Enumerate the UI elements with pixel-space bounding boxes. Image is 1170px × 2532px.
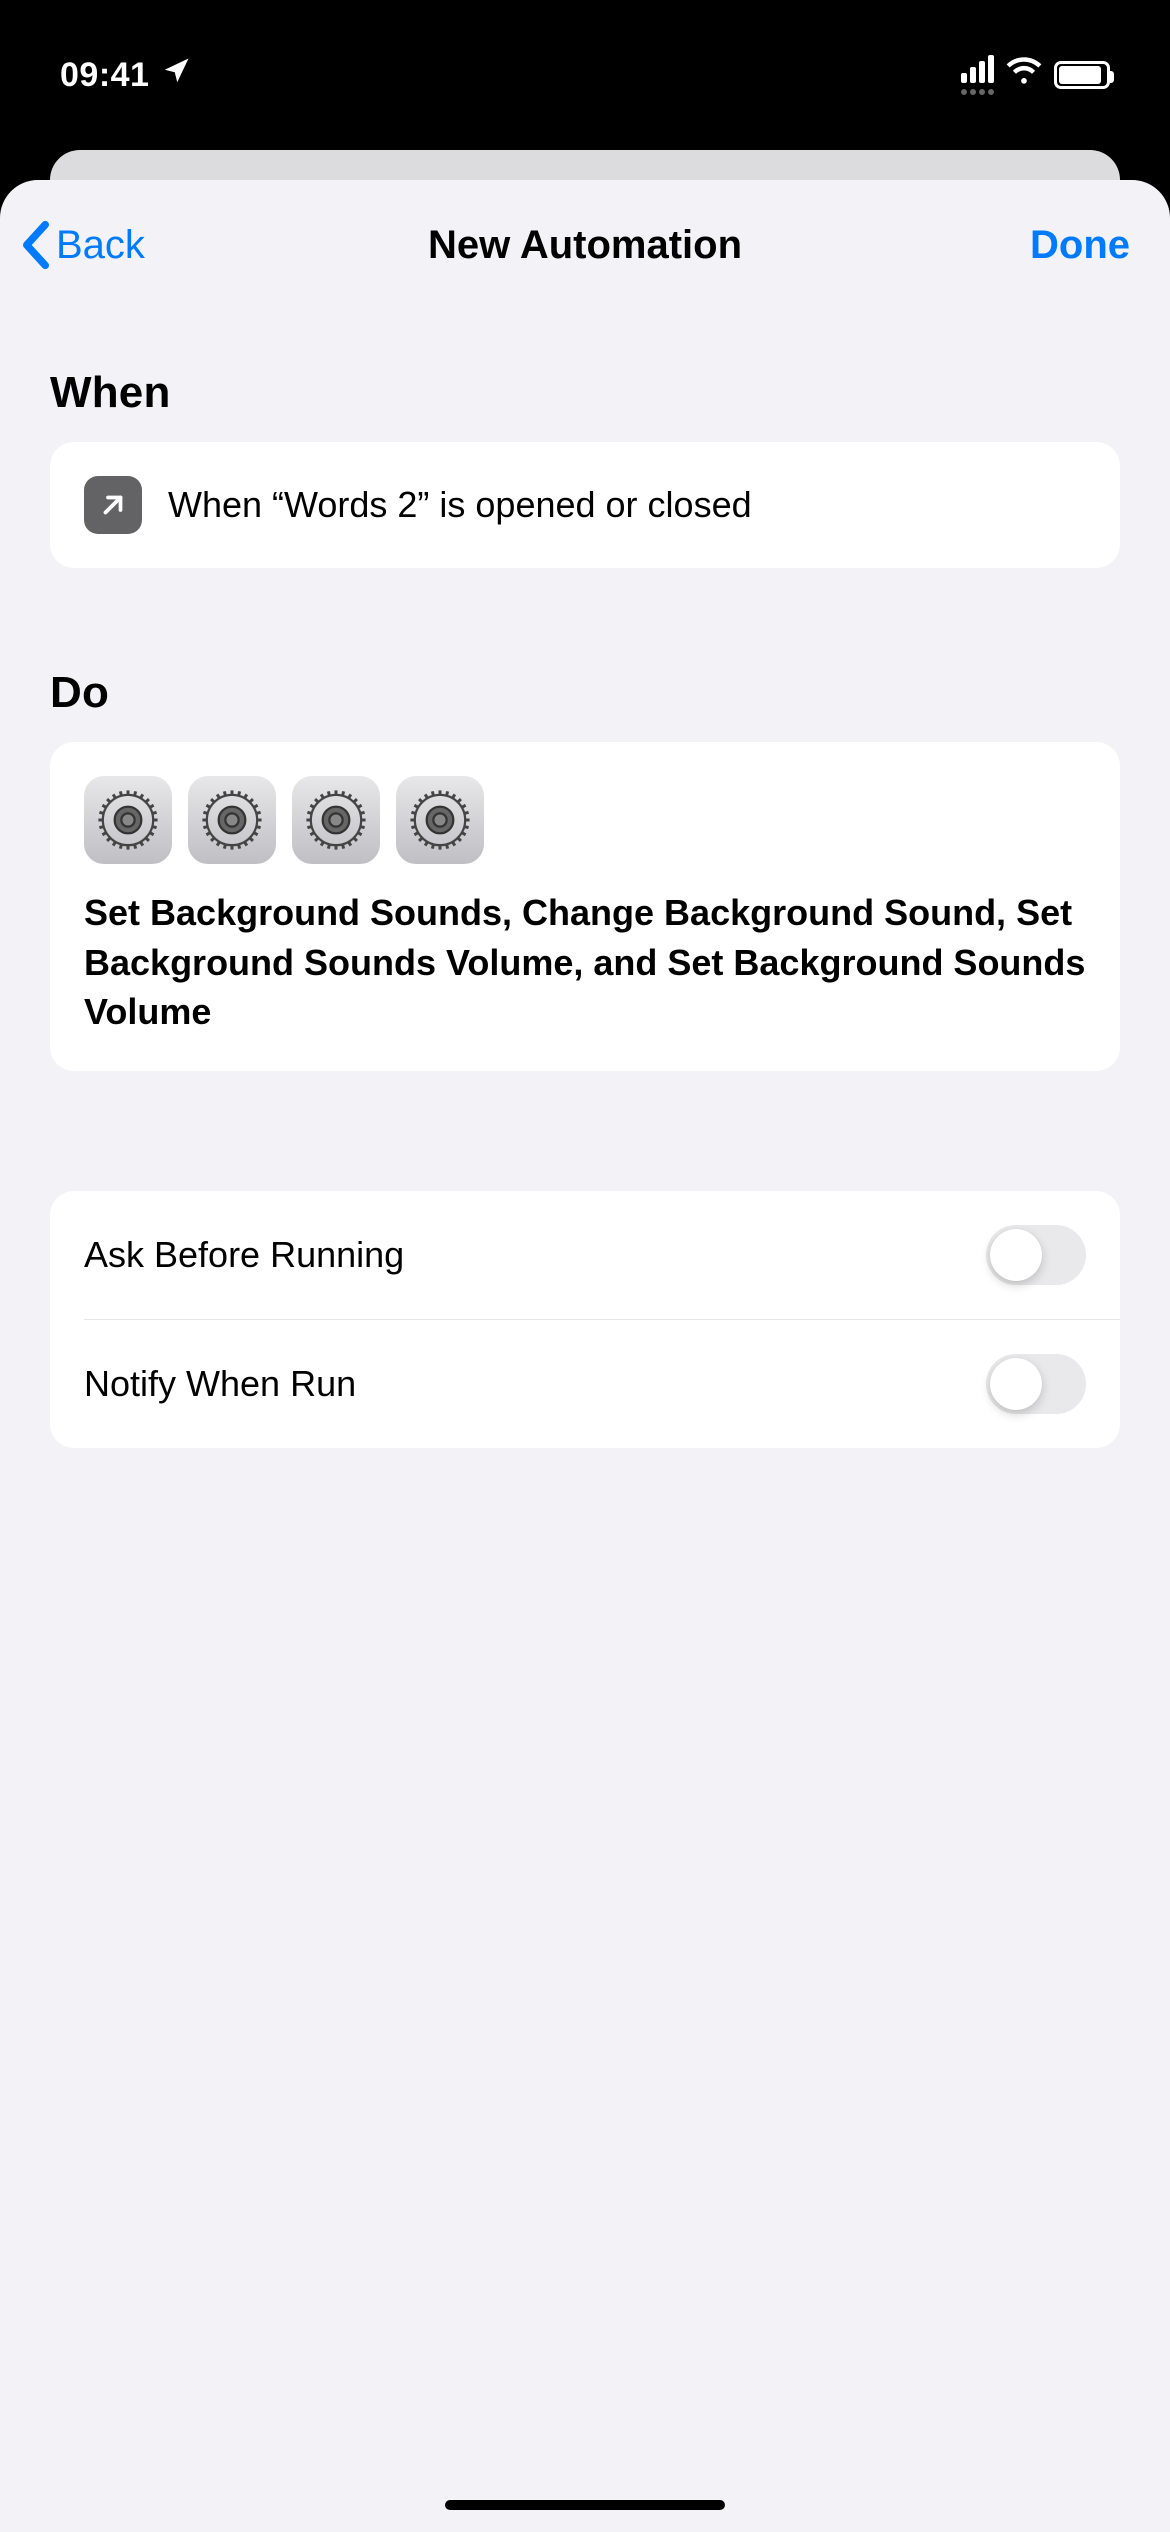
cellular-icon: [961, 55, 994, 95]
chevron-left-icon: [18, 219, 54, 271]
do-text: Set Background Sounds, Change Background…: [84, 888, 1086, 1037]
status-time: 09:41: [60, 56, 149, 95]
battery-icon: [1054, 61, 1110, 89]
open-app-icon: [84, 476, 142, 534]
do-section-header: Do: [50, 668, 1120, 718]
back-label: Back: [56, 223, 145, 268]
done-button[interactable]: Done: [1030, 223, 1130, 268]
do-card[interactable]: Set Background Sounds, Change Background…: [50, 742, 1120, 1071]
do-icons-row: [84, 776, 1086, 864]
notify-when-run-label: Notify When Run: [84, 1363, 356, 1405]
wifi-icon: [1006, 53, 1042, 98]
options-list: Ask Before Running Notify When Run: [50, 1191, 1120, 1448]
settings-icon: [292, 776, 380, 864]
notify-when-run-row[interactable]: Notify When Run: [84, 1319, 1120, 1448]
page-title: New Automation: [428, 223, 742, 268]
settings-icon: [84, 776, 172, 864]
settings-icon: [188, 776, 276, 864]
nav-bar: Back New Automation Done: [0, 180, 1170, 310]
status-bar: 09:41: [0, 0, 1170, 150]
settings-icon: [396, 776, 484, 864]
modal-sheet: Back New Automation Done When When “Word…: [0, 180, 1170, 2532]
content: When When “Words 2” is opened or closed …: [0, 368, 1170, 1448]
location-icon: [161, 56, 191, 95]
when-section-header: When: [50, 368, 1120, 418]
back-button[interactable]: Back: [18, 219, 145, 271]
home-indicator: [445, 2500, 725, 2510]
ask-before-running-row[interactable]: Ask Before Running: [50, 1191, 1120, 1319]
when-text: When “Words 2” is opened or closed: [168, 484, 752, 526]
status-left: 09:41: [60, 56, 191, 95]
status-right: [961, 53, 1110, 98]
when-card[interactable]: When “Words 2” is opened or closed: [50, 442, 1120, 568]
ask-before-running-label: Ask Before Running: [84, 1234, 404, 1276]
notify-when-run-switch[interactable]: [986, 1354, 1086, 1414]
ask-before-running-switch[interactable]: [986, 1225, 1086, 1285]
